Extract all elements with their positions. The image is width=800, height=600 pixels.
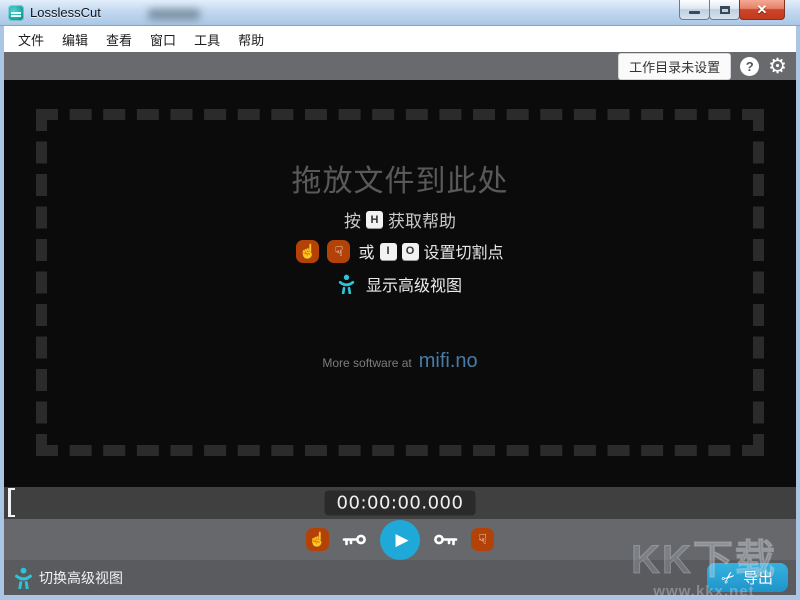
key-o-badge: O: [402, 243, 419, 260]
promo-prefix: More software at: [322, 356, 411, 370]
menu-help[interactable]: 帮助: [229, 26, 273, 53]
blurred-region: [148, 9, 200, 20]
promo-row: More software at mifi.no: [322, 350, 477, 373]
gear-icon[interactable]: ⚙: [768, 56, 787, 77]
set-cut-end-button[interactable]: ☟: [471, 528, 494, 551]
cut-start-hint-button[interactable]: ☝: [296, 240, 319, 263]
cut-hint-or: 或: [358, 239, 374, 263]
toolbar: 工作目录未设置 ? ⚙: [4, 52, 796, 80]
transport-controls: ☝ ▶ ☟: [4, 519, 796, 560]
mifi-link[interactable]: mifi.no: [419, 350, 478, 373]
menu-window[interactable]: 窗口: [141, 26, 185, 53]
cut-hint-suffix: 设置切割点: [424, 239, 504, 263]
hand-point-down-icon: ☟: [335, 243, 344, 260]
key-h-badge: H: [366, 211, 383, 228]
menu-view[interactable]: 查看: [97, 26, 141, 53]
segment-start-bracket-icon: [8, 488, 15, 517]
menubar: 文件 编辑 查看 窗口 工具 帮助: [4, 26, 796, 52]
play-button[interactable]: ▶: [380, 520, 420, 560]
dropzone-title: 拖放文件到此处: [292, 156, 509, 200]
menu-file[interactable]: 文件: [9, 26, 53, 53]
close-icon: ✕: [757, 2, 768, 18]
app-logo-icon: [8, 5, 24, 21]
help-hint: 按 H 获取帮助: [344, 207, 456, 232]
hand-point-up-icon: ☝: [299, 243, 316, 260]
key-i-badge: I: [380, 243, 397, 260]
minimize-icon: [689, 11, 700, 14]
jump-cut-end-icon[interactable]: [433, 533, 458, 546]
window-title: LosslessCut: [30, 5, 101, 20]
maximize-icon: [720, 6, 730, 14]
bottom-bar: 切换高级视图 ✂ 导出: [4, 560, 796, 595]
video-drop-zone[interactable]: 拖放文件到此处 按 H 获取帮助 ☝ ☟ 或 I O 设置切割点: [4, 80, 796, 487]
window-body: 文件 编辑 查看 窗口 工具 帮助 工作目录未设置 ? ⚙ 拖放文件到此处 按 …: [0, 26, 800, 600]
app-window: LosslessCut ✕ 文件 编辑 查看 窗口 工具 帮助 工作目录未设: [0, 0, 800, 600]
toggle-advanced-view-label: 切换高级视图: [39, 568, 123, 588]
advanced-view-person-icon: [14, 567, 33, 589]
menu-edit[interactable]: 编辑: [53, 26, 97, 53]
hand-point-down-icon: ☟: [478, 531, 487, 548]
jump-cut-start-icon[interactable]: [342, 533, 367, 546]
export-label: 导出: [743, 567, 773, 588]
toggle-advanced-view-button[interactable]: 切换高级视图: [14, 567, 123, 589]
hand-point-up-icon: ☝: [309, 531, 326, 548]
close-button[interactable]: ✕: [739, 0, 785, 20]
help-hint-suffix: 获取帮助: [388, 207, 456, 232]
show-advanced-view-link[interactable]: 显示高级视图: [338, 272, 462, 296]
timeline-seekbar[interactable]: 00:00:00.000: [4, 487, 796, 519]
play-icon: ▶: [395, 530, 408, 550]
show-advanced-view-label: 显示高级视图: [366, 272, 462, 296]
titlebar: LosslessCut ✕: [0, 0, 800, 26]
export-button[interactable]: ✂ 导出: [707, 563, 788, 592]
cutpoint-hint: ☝ ☟ 或 I O 设置切割点: [296, 239, 503, 263]
menu-tools[interactable]: 工具: [185, 26, 229, 53]
current-timecode[interactable]: 00:00:00.000: [325, 491, 476, 516]
advanced-view-person-icon: [338, 274, 355, 294]
maximize-button[interactable]: [709, 0, 740, 20]
help-icon[interactable]: ?: [740, 57, 759, 76]
dropzone-content: 拖放文件到此处 按 H 获取帮助 ☝ ☟ 或 I O 设置切割点: [4, 80, 796, 487]
minimize-button[interactable]: [679, 0, 710, 20]
window-controls: ✕: [680, 0, 785, 20]
cut-end-hint-button[interactable]: ☟: [327, 240, 350, 263]
scissors-icon: ✂: [717, 566, 740, 590]
set-cut-start-button[interactable]: ☝: [306, 528, 329, 551]
working-dir-button[interactable]: 工作目录未设置: [618, 53, 731, 80]
help-hint-prefix: 按: [344, 207, 361, 232]
